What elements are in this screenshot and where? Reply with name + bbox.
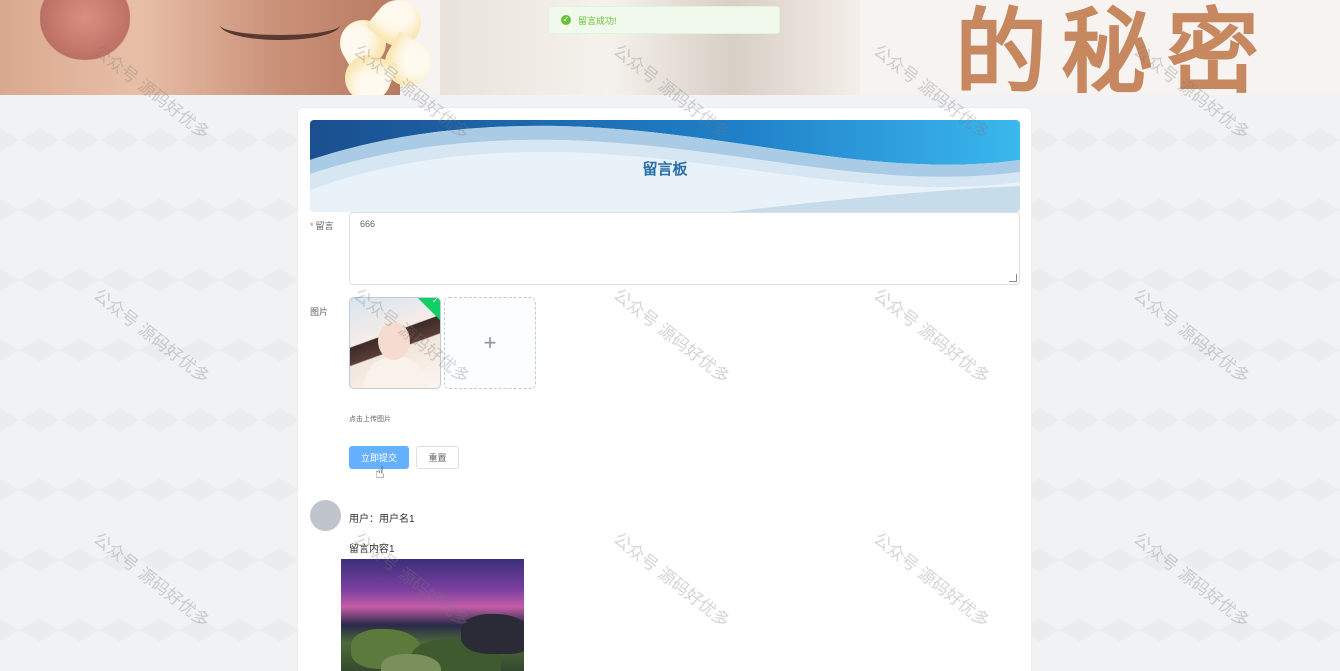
upload-tip: 点击上传图片 [349,416,391,423]
comment-user: 用户：用户名1 [349,514,415,525]
watermark: 公众号 源码好优多 [1129,529,1254,632]
hand-cursor-icon: ☝ [375,465,385,482]
uploaded-image-thumbnail[interactable]: ✓ [349,297,441,389]
image-label: 图片 [310,307,329,317]
avatar [310,500,341,531]
message-text: 666 [360,219,376,229]
message-label: * 留言 [310,221,334,231]
board-header: 留言板 [310,120,1020,212]
banner-title: 的秘密 [955,0,1274,95]
upload-success-check-icon: ✓ [416,298,440,322]
message-board-card: 留言板 * 留言 666 图片 ✓ + 点击上传图片 立即提交 重置 ☝ 用户：用… [297,107,1032,671]
board-title: 留言板 [642,161,688,178]
flower-icon [331,0,445,95]
watermark: 公众号 源码好优多 [1129,285,1254,388]
plus-icon: + [483,330,497,355]
resize-handle[interactable] [1009,274,1017,282]
watermark: 公众号 源码好优多 [89,529,214,632]
image-upload-button[interactable]: + [444,297,536,389]
reset-button[interactable]: 重置 [416,446,459,469]
banner-eye [220,10,340,40]
toast-message: 留言成功! [578,15,617,26]
success-toast: ✓ 留言成功! [548,6,780,34]
banner-lips [40,0,130,60]
check-circle-icon: ✓ [561,15,571,25]
required-asterisk: * [310,221,314,231]
comment-content: 留言内容1 [349,544,395,555]
comment-image[interactable] [341,559,524,671]
watermark: 公众号 源码好优多 [89,285,214,388]
message-textarea[interactable]: 666 [349,212,1020,285]
